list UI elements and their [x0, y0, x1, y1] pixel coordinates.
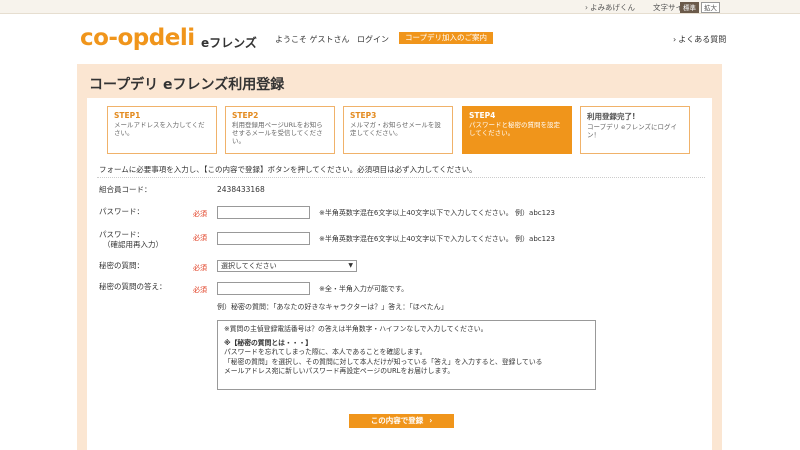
- required-badge: 必須: [193, 234, 207, 242]
- step-3: STEP3 メルマガ・お知らせメールを設定してください。: [343, 106, 453, 154]
- font-size-standard-button[interactable]: 標準: [680, 2, 699, 13]
- chevron-right-icon: ›: [429, 416, 433, 425]
- password-input[interactable]: [217, 206, 310, 219]
- secret-answer-example: 例）秘密の質問：「あなたの好きなキャラクターは？」答え：「ほぺたん」: [217, 303, 448, 311]
- password-label: パスワード：: [99, 207, 144, 216]
- login-link[interactable]: ログイン: [357, 34, 389, 45]
- member-code-value: 2438433168: [217, 185, 265, 194]
- note-line: ※質問の主偵登録電話番号は？の答えは半角数字・ハイフンなしで入力してください。: [224, 325, 488, 333]
- required-badge: 必須: [193, 264, 207, 272]
- secret-answer-label: 秘密の質問の答え：: [99, 282, 167, 291]
- secret-question-select[interactable]: 選択してください ▼: [217, 260, 357, 272]
- secret-question-selected: 選択してください: [221, 262, 277, 270]
- member-code-label: 組合員コード：: [99, 185, 152, 194]
- top-utility-bar: › よみあげくん 文字サイズ 標準 拡大: [0, 0, 800, 14]
- note-line: 「秘密の質問」を選択し、その質問に対して本人だけが知っている「答え」を入力すると…: [224, 357, 543, 366]
- step-title: STEP1: [114, 111, 141, 120]
- font-size-large-button[interactable]: 拡大: [701, 2, 720, 13]
- divider: [97, 177, 705, 178]
- welcome-text: ようこそ ゲストさん: [275, 35, 350, 44]
- secret-question-label: 秘密の質問：: [99, 261, 144, 270]
- step-4-current: STEP4 パスワードと秘密の質問を設定してください。: [462, 106, 572, 154]
- step-complete: 利用登録完了! コープデリ eフレンズにログイン！: [580, 106, 690, 154]
- step-title: 利用登録完了!: [587, 112, 636, 121]
- submit-button[interactable]: この内容で登録 ›: [349, 414, 454, 428]
- required-badge: 必須: [193, 286, 207, 294]
- page-title: コープデリ eフレンズ利用登録: [89, 77, 285, 93]
- logo-efriends: eフレンズ: [201, 36, 257, 50]
- site-header: co-opdeli eフレンズ ようこそ ゲストさん ログイン コープデリ加入の…: [0, 14, 800, 62]
- registration-panel: STEP1 メールアドレスを入力してください。 STEP2 利用登録用ページUR…: [87, 98, 712, 450]
- note-heading: ※【秘密の質問とは・・・】: [224, 338, 313, 347]
- step-title: STEP2: [232, 111, 259, 120]
- step-desc: コープデリ eフレンズにログイン！: [587, 123, 678, 139]
- password-hint: ※半角英数字混在6文字以上40文字以下で入力してください。 例）abc123: [319, 209, 555, 217]
- step-desc: メールアドレスを入力してください。: [114, 121, 205, 137]
- step-desc: パスワードと秘密の質問を設定してください。: [469, 121, 560, 137]
- step-desc: 利用登録用ページURLをお知らせするメールを受信してください。: [232, 121, 323, 145]
- logo-coop: co-op: [80, 25, 149, 51]
- note-line: メールアドレス宛に新しいパスワード再設定ページのURLをお届けします。: [224, 367, 455, 375]
- caret-down-icon: ▼: [348, 262, 353, 269]
- registration-frame: コープデリ eフレンズ利用登録 STEP1 メールアドレスを入力してください。 …: [77, 64, 722, 450]
- chevron-right-icon: ›: [673, 35, 677, 44]
- password-confirm-sublabel: （確認用再入力）: [103, 240, 163, 249]
- password-confirm-label: パスワード：: [99, 230, 144, 239]
- coopdeli-logo[interactable]: co-opdeli eフレンズ: [80, 25, 257, 51]
- step-1: STEP1 メールアドレスを入力してください。: [107, 106, 217, 154]
- submit-label: この内容で登録: [370, 416, 424, 425]
- secret-question-note: ※質問の主偵登録電話番号は？の答えは半角数字・ハイフンなしで入力してください。 …: [217, 320, 596, 390]
- yomiage-label: よみあげくん: [590, 3, 635, 12]
- step-2: STEP2 利用登録用ページURLをお知らせするメールを受信してください。: [225, 106, 335, 154]
- logo-deli: deli: [148, 25, 195, 51]
- password-confirm-input[interactable]: [217, 232, 310, 245]
- step-desc: メルマガ・お知らせメールを設定してください。: [350, 121, 441, 137]
- chevron-right-icon: ›: [585, 3, 588, 12]
- note-line: パスワードを忘れてしまった際に、本人であることを確認します。: [224, 348, 427, 356]
- step-title: STEP4: [469, 111, 496, 120]
- form-instruction: フォームに必要事項を入力し、【この内容で登録】ボタンを押してください。必須項目は…: [99, 165, 477, 174]
- secret-answer-input[interactable]: [217, 282, 310, 295]
- password-confirm-hint: ※半角英数字混在6文字以上40文字以下で入力してください。 例）abc123: [319, 235, 555, 243]
- yomiage-link[interactable]: › よみあげくん: [585, 2, 635, 13]
- faq-link[interactable]: › よくある質問: [673, 34, 726, 45]
- required-badge: 必須: [193, 210, 207, 218]
- secret-answer-hint: ※全・半角入力が可能です。: [319, 285, 409, 293]
- join-guide-button[interactable]: コープデリ加入のご案内: [399, 32, 493, 44]
- faq-label: よくある質問: [678, 35, 727, 44]
- step-title: STEP3: [350, 111, 377, 120]
